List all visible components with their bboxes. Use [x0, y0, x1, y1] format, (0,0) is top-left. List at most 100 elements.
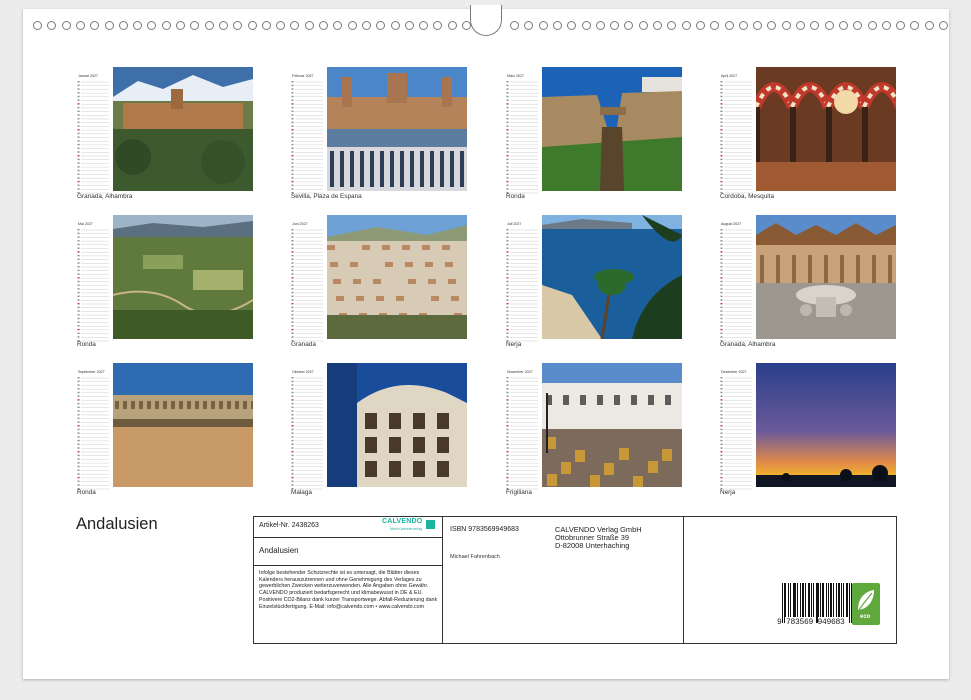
- publisher-city: D-82008 Unterhaching: [555, 541, 630, 551]
- binding-ring: [624, 21, 634, 30]
- month-caption: Nerja: [506, 341, 522, 348]
- month-caption: Ronda: [77, 489, 96, 496]
- isbn: ISBN 9783569949683: [450, 526, 519, 533]
- month-name: Juli 2027: [507, 222, 522, 226]
- month-calendar-grid: November 2027: [506, 370, 538, 492]
- binding-ring: [190, 21, 200, 30]
- month-photo: [756, 67, 896, 191]
- month-calendar-grid: Februar 2027: [291, 74, 323, 196]
- binding-ring: [176, 21, 185, 30]
- product-title: Andalusien: [259, 546, 299, 555]
- month-photo: [756, 363, 896, 487]
- calvendo-logo-sub: Mein Kalenderverlag: [390, 527, 423, 531]
- binding-ring: [75, 21, 85, 30]
- binding-ring: [204, 21, 214, 30]
- binding-ring: [552, 21, 562, 30]
- binding-ring: [133, 21, 143, 30]
- month-tile: Oktober 2027 Malaga: [291, 363, 467, 503]
- month-photo: [327, 67, 467, 191]
- binding-ring: [667, 21, 677, 30]
- binding-ring: [390, 21, 400, 30]
- month-name: Januar 2027: [78, 74, 98, 78]
- month-calendar-grid: September 2027: [77, 370, 109, 492]
- binding-ring: [710, 21, 720, 30]
- month-photo: [327, 363, 467, 487]
- month-tile: November 2027 Frigiliana: [506, 363, 682, 503]
- month-tile: Januar 2027 Granada, Alhambra: [77, 67, 253, 207]
- month-caption: Sevilla, Plaza de Espana: [291, 193, 362, 200]
- month-tile: August 2027 Granada, Alhambra: [720, 215, 896, 355]
- binding-ring: [447, 21, 457, 30]
- month-calendar-grid: Oktober 2027: [291, 370, 323, 492]
- day-lines: [291, 377, 323, 490]
- month-name: April 2027: [721, 74, 738, 78]
- binding-ring: [796, 21, 805, 30]
- day-lines: [506, 377, 538, 490]
- month-name: Dezember 2027: [721, 370, 747, 374]
- month-tile: Juli 2027 Nerja: [506, 215, 682, 355]
- day-lines: [720, 229, 752, 342]
- month-caption: Granada, Alhambra: [77, 193, 133, 200]
- month-calendar-grid: Dezember 2027: [720, 370, 752, 492]
- publisher-address: CALVENDO Verlag GmbH Ottobrunner Straße …: [555, 525, 642, 551]
- binding-ring: [419, 21, 429, 30]
- barcode-cell: 9 783569 949683 eco: [684, 517, 896, 643]
- binding-ring: [838, 21, 848, 30]
- legal-cell: Infolge bestehender Schutzrechte ist es …: [254, 566, 443, 643]
- month-tile: Dezember 2027 Nerja: [720, 363, 896, 503]
- binding-ring: [767, 21, 777, 30]
- binding-ring: [853, 21, 863, 30]
- binding-ring: [218, 21, 228, 30]
- day-lines: [506, 81, 538, 194]
- month-photo: [542, 363, 682, 487]
- day-lines: [720, 81, 752, 194]
- binding-ring: [118, 21, 128, 30]
- binding-ring: [233, 21, 243, 30]
- month-photo: [542, 215, 682, 339]
- month-tile: Mai 2027 Ronda: [77, 215, 253, 355]
- month-calendar-grid: Mai 2027: [77, 222, 109, 344]
- binding-ring: [90, 21, 100, 30]
- binding-ring: [404, 21, 414, 30]
- month-name: November 2027: [507, 370, 533, 374]
- binding-ring: [896, 21, 906, 30]
- day-lines: [77, 229, 109, 342]
- month-name: März 2027: [507, 74, 524, 78]
- month-name: September 2027: [78, 370, 105, 374]
- month-photo: [756, 215, 896, 339]
- month-name: Juni 2027: [292, 222, 308, 226]
- binding-ring: [653, 21, 662, 30]
- author: Michael Fahrenbach: [450, 554, 500, 560]
- month-photo: [113, 363, 253, 487]
- binding-ring: [753, 21, 763, 30]
- binding-ring: [510, 21, 519, 30]
- binding-ring: [910, 21, 920, 30]
- month-caption: Granada: [291, 341, 316, 348]
- month-photo: [542, 67, 682, 191]
- day-lines: [77, 377, 109, 490]
- month-name: Februar 2027: [292, 74, 314, 78]
- binding-ring: [924, 21, 934, 30]
- day-lines: [77, 81, 109, 194]
- calvendo-logo-icon: [426, 520, 435, 529]
- month-calendar-grid: Januar 2027: [77, 74, 109, 196]
- binding-ring: [104, 21, 114, 30]
- barcode-number: 9 783569 949683: [777, 618, 845, 627]
- binding-ring: [247, 21, 257, 30]
- binding-ring: [276, 21, 286, 30]
- month-caption: Ronda: [77, 341, 96, 348]
- product-title-cell: Andalusien: [254, 538, 443, 566]
- binding-ring: [939, 21, 948, 30]
- month-photo: [113, 67, 253, 191]
- binding-ring: [333, 21, 343, 30]
- month-calendar-grid: April 2027: [720, 74, 752, 196]
- eco-badge: eco: [852, 583, 880, 625]
- month-name: Oktober 2027: [292, 370, 314, 374]
- day-lines: [720, 377, 752, 490]
- binding-ring: [433, 21, 443, 30]
- month-tile: September 2027 Ronda: [77, 363, 253, 503]
- binding-ring: [610, 21, 620, 30]
- calvendo-logo: CALVENDO: [382, 518, 423, 525]
- month-calendar-grid: August 2027: [720, 222, 752, 344]
- month-caption: Frigiliana: [506, 489, 532, 496]
